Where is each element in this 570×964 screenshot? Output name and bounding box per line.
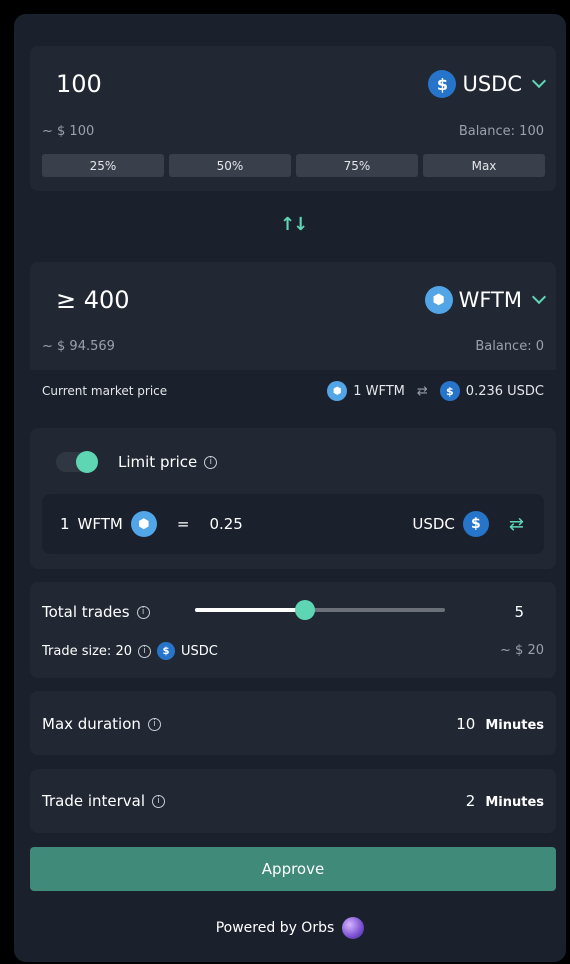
limit-left-token: WFTM xyxy=(77,515,123,533)
info-icon[interactable]: i xyxy=(204,455,218,469)
max-duration-unit[interactable]: Minutes xyxy=(485,718,544,733)
usdc-icon: $ xyxy=(156,642,175,660)
to-usd-value: ~ $ 94.569 xyxy=(42,339,115,354)
market-price-right: 0.236 USDC xyxy=(465,383,544,399)
limit-equals: = xyxy=(176,515,190,533)
chevron-down-icon xyxy=(531,73,547,89)
slider-fill xyxy=(195,608,305,612)
usdc-icon: $ xyxy=(428,70,457,98)
from-panel: 100 $ USDC ~ $ 100 Balance: 100 25% 50% … xyxy=(30,46,556,191)
wftm-icon: ⬢ xyxy=(130,511,157,537)
trade-size: Trade size: 20 i $ USDC xyxy=(42,642,218,660)
chevron-down-icon xyxy=(531,289,547,305)
max-button[interactable]: Max xyxy=(423,154,545,177)
approve-button[interactable]: Approve xyxy=(30,847,556,891)
info-icon[interactable]: i xyxy=(137,644,151,658)
twap-card: 100 $ USDC ~ $ 100 Balance: 100 25% 50% … xyxy=(14,14,566,962)
limit-price-input[interactable]: 0.25 xyxy=(209,515,242,533)
to-balance: Balance: 0 xyxy=(475,339,544,354)
trade-interval-label: Trade interval i xyxy=(42,792,166,810)
max-duration-value[interactable]: 10 Minutes xyxy=(456,715,544,733)
trade-size-token: USDC xyxy=(180,643,218,659)
trade-size-label: Trade size: 20 xyxy=(42,643,132,659)
swap-direction-icon[interactable]: ↑↓ xyxy=(280,214,308,235)
from-balance: Balance: 100 xyxy=(458,124,544,139)
total-trades-value: 5 xyxy=(514,603,524,621)
percent-25-button[interactable]: 25% xyxy=(42,154,164,177)
trade-interval-value[interactable]: 2 Minutes xyxy=(466,792,544,810)
to-panel: ≥ 400 ⬢ WFTM ~ $ 94.569 Balance: 0 Curre… xyxy=(30,262,556,414)
limit-price-label: Limit price i xyxy=(118,453,218,471)
trades-panel: Total trades i 5 Trade size: 20 i $ USDC… xyxy=(30,582,556,678)
usdc-icon: $ xyxy=(439,381,460,401)
from-token-selector[interactable]: $ USDC xyxy=(428,70,547,98)
total-trades-label: Total trades i xyxy=(42,603,150,621)
info-icon[interactable]: i xyxy=(136,605,150,619)
trades-slider[interactable] xyxy=(195,600,445,620)
slider-thumb[interactable] xyxy=(295,600,315,620)
powered-by-label: Powered by Orbs xyxy=(215,920,335,936)
invert-limit-icon[interactable]: ⇄ xyxy=(509,514,524,535)
percent-75-button[interactable]: 75% xyxy=(296,154,418,177)
max-duration-label: Max duration i xyxy=(42,715,161,733)
info-icon[interactable]: i xyxy=(147,717,161,731)
market-price-left: 1 WFTM xyxy=(353,383,405,399)
orbs-logo-icon xyxy=(342,917,365,939)
max-duration-number[interactable]: 10 xyxy=(456,715,475,733)
limit-left: 1 WFTM ⬢ = 0.25 xyxy=(60,511,243,537)
limit-price-row: 1 WFTM ⬢ = 0.25 USDC $ ⇄ xyxy=(42,494,544,554)
limit-price-panel: Limit price i 1 WFTM ⬢ = 0.25 USDC $ ⇄ xyxy=(30,428,556,569)
limit-right-token: USDC xyxy=(412,515,455,533)
limit-right: USDC $ ⇄ xyxy=(412,511,524,537)
market-price-value: ⬢ 1 WFTM ⇄ $ 0.236 USDC xyxy=(327,381,544,401)
from-amount-input[interactable]: 100 xyxy=(56,70,102,98)
trade-interval-number[interactable]: 2 xyxy=(466,792,476,810)
wftm-icon: ⬢ xyxy=(327,381,348,401)
market-price-row: Current market price ⬢ 1 WFTM ⇄ $ 0.236 … xyxy=(30,370,556,414)
to-amount-input[interactable]: ≥ 400 xyxy=(56,286,130,314)
from-usd-value: ~ $ 100 xyxy=(42,124,95,139)
trade-size-usd: ~ $ 20 xyxy=(500,643,544,658)
trade-interval-unit[interactable]: Minutes xyxy=(485,795,544,810)
toggle-knob xyxy=(76,451,98,473)
limit-price-toggle[interactable] xyxy=(56,451,98,473)
to-token-label: WFTM xyxy=(458,288,522,312)
usdc-icon: $ xyxy=(462,511,489,537)
max-duration-panel: Max duration i 10 Minutes xyxy=(30,691,556,755)
limit-left-qty: 1 xyxy=(60,515,70,533)
info-icon[interactable]: i xyxy=(152,794,166,808)
invert-price-icon[interactable]: ⇄ xyxy=(417,384,428,399)
percent-50-button[interactable]: 50% xyxy=(169,154,291,177)
to-token-selector[interactable]: ⬢ WFTM xyxy=(424,286,547,314)
powered-by[interactable]: Powered by Orbs xyxy=(14,917,566,939)
trade-interval-panel: Trade interval i 2 Minutes xyxy=(30,769,556,833)
from-token-label: USDC xyxy=(462,72,522,96)
market-price-label: Current market price xyxy=(42,384,168,398)
wftm-icon: ⬢ xyxy=(424,286,453,314)
